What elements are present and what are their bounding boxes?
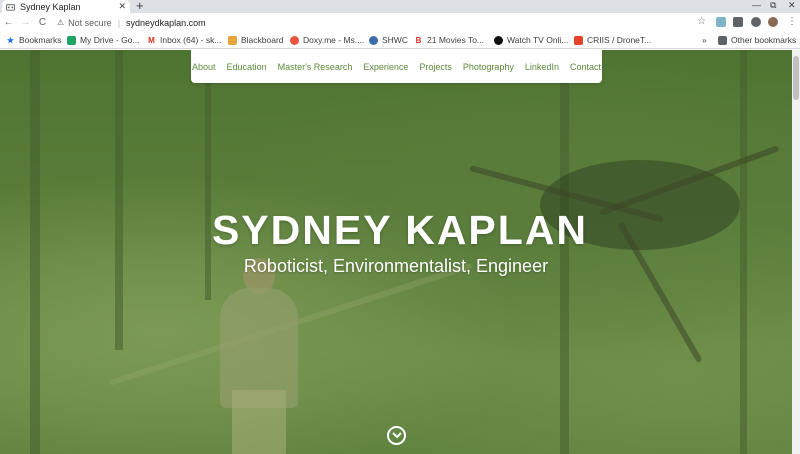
nav-link-education[interactable]: Education [221, 62, 272, 72]
scroll-down-button[interactable] [387, 426, 406, 445]
bookmark-item[interactable]: SHWC [369, 35, 408, 45]
bookmark-item[interactable]: ★ Bookmarks [6, 35, 62, 45]
nav-link-photography[interactable]: Photography [457, 62, 519, 72]
page-viewport: About Education Master's Research Experi… [0, 50, 800, 454]
hero-subtitle: Roboticist, Environmentalist, Engineer [243, 256, 549, 276]
nav-link-linkedin[interactable]: LinkedIn [519, 62, 564, 72]
extension-icon[interactable] [716, 17, 726, 27]
scrollbar-thumb[interactable] [793, 56, 799, 100]
other-bookmarks-folder[interactable]: Other bookmarks [718, 35, 796, 45]
other-bookmarks-label: Other bookmarks [731, 35, 797, 45]
puzzle-icon[interactable] [751, 17, 761, 27]
bookmark-star-icon[interactable]: ☆ [697, 16, 706, 27]
bookmark-item[interactable]: Blackboard [228, 35, 284, 45]
profile-avatar[interactable] [768, 17, 778, 27]
vertical-scrollbar[interactable] [792, 50, 800, 454]
bookmark-label: My Drive - Go... [80, 35, 140, 45]
hero-title: SYDNEY KAPLAN [211, 207, 589, 253]
blackboard-icon [228, 35, 237, 45]
bookmark-item[interactable]: Doxy.me - Ms.... [290, 35, 364, 45]
folder-icon [718, 35, 727, 45]
nav-link-experience[interactable]: Experience [358, 62, 414, 72]
site-nav: About Education Master's Research Experi… [191, 50, 602, 83]
nav-link-contact[interactable]: Contact [564, 62, 606, 72]
browser-tab[interactable]: Sydney Kaplan ✕ [2, 0, 130, 13]
bookmarks-bar: ★ Bookmarks My Drive - Go... M Inbox (64… [0, 32, 800, 49]
bookmarks-overflow-button[interactable]: » [702, 35, 707, 45]
back-button[interactable]: ← [0, 17, 17, 28]
bookmark-item[interactable]: CRIIS / DroneT... [574, 35, 651, 45]
site-favicon-icon [6, 3, 15, 11]
omnibox[interactable]: ⚠ Not secure | sydneydkaplan.com [57, 15, 800, 30]
bookmark-label: Blackboard [241, 35, 284, 45]
b-icon: B [415, 35, 422, 45]
play-icon [494, 35, 503, 45]
minimize-button[interactable]: — [752, 0, 761, 10]
bookmark-label: Watch TV Onli... [507, 35, 569, 45]
globe-icon [369, 35, 378, 45]
nav-link-about[interactable]: About [187, 62, 222, 72]
tab-title: Sydney Kaplan [20, 1, 81, 12]
bookmark-item[interactable]: B 21 Movies To... [414, 35, 484, 45]
drive-icon [67, 35, 76, 45]
gitlab-icon [574, 35, 583, 45]
address-bar-row: ← → C ⚠ Not secure | sydneydkaplan.com ☆… [0, 13, 800, 32]
restore-button[interactable]: ⧉ [770, 0, 776, 11]
bookmark-label: Bookmarks [19, 35, 62, 45]
tab-close-icon[interactable]: ✕ [118, 1, 126, 12]
bookmark-item[interactable]: My Drive - Go... [67, 35, 140, 45]
tab-strip: Sydney Kaplan ✕ + — ⧉ ✕ [0, 0, 800, 13]
chevron-down-icon [391, 432, 402, 439]
forward-button[interactable]: → [17, 17, 34, 28]
menu-icon[interactable]: ⋮ [787, 16, 797, 27]
nav-link-projects[interactable]: Projects [414, 62, 458, 72]
bookmark-label: CRIIS / DroneT... [587, 35, 652, 45]
window-close-button[interactable]: ✕ [788, 0, 796, 11]
doxy-icon [290, 35, 299, 45]
warning-icon[interactable]: ⚠ [57, 18, 64, 27]
nav-link-masters-research[interactable]: Master's Research [272, 62, 358, 72]
bookmark-item[interactable]: M Inbox (64) - sk... [147, 35, 221, 45]
omnibox-separator: | [117, 17, 121, 28]
reload-button[interactable]: C [34, 17, 51, 28]
new-tab-button[interactable]: + [136, 0, 144, 13]
bookmark-label: Doxy.me - Ms.... [303, 35, 365, 45]
chevron-right-icon: » [702, 35, 707, 45]
gmail-icon: M [148, 35, 155, 45]
bookmark-item[interactable]: Watch TV Onli... [494, 35, 568, 45]
bookmark-label: 21 Movies To... [427, 35, 485, 45]
bookmark-label: SHWC [382, 35, 408, 45]
extension-icon[interactable] [733, 17, 743, 27]
bookmark-label: Inbox (64) - sk... [160, 35, 222, 45]
url-text[interactable]: sydneydkaplan.com [126, 18, 206, 28]
star-icon: ★ [6, 35, 15, 45]
security-label[interactable]: Not secure [68, 18, 112, 28]
